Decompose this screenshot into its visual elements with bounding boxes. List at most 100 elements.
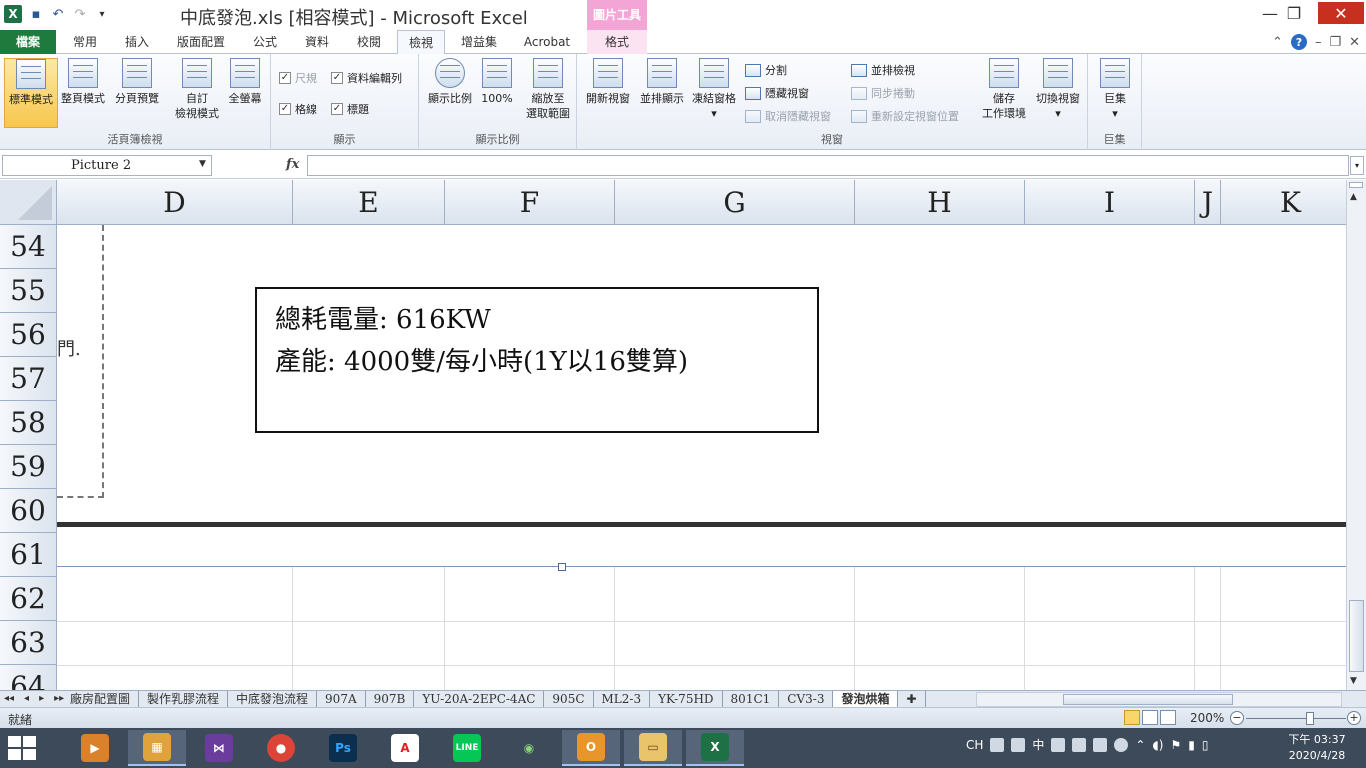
formula-input[interactable] [307, 155, 1349, 176]
prev-sheet-icon[interactable]: ◂ [24, 691, 29, 707]
formula-bar-checkbox[interactable]: ✓ 資料編輯列 [331, 68, 402, 88]
tray-language[interactable]: CH [966, 738, 983, 752]
new-window-button[interactable]: 開新視窗 [581, 58, 635, 128]
volume-icon[interactable]: ◖) [1152, 738, 1163, 752]
chrome-app-icon[interactable]: ● [252, 730, 310, 766]
wechat-app-icon[interactable]: ◉ [500, 730, 558, 766]
zoom-to-selection-button[interactable]: 縮放至 選取範圍 [521, 58, 575, 128]
reset-window-position-button[interactable]: 重新設定視窗位置 [851, 106, 959, 126]
ruler-checkbox[interactable]: ✓ 尺規 [279, 68, 317, 88]
tray-app-icon[interactable] [990, 737, 1005, 752]
file-manager-app-icon[interactable]: ▦ [128, 730, 186, 766]
tray-app-icon[interactable] [1051, 737, 1066, 752]
normal-view-button[interactable]: 標準模式 [4, 58, 58, 128]
tab-format[interactable]: 格式 [587, 30, 647, 54]
tray-app-icon[interactable] [1072, 737, 1087, 752]
vertical-scroll-thumb[interactable] [1349, 600, 1364, 672]
line-app-icon[interactable]: LINE [438, 730, 496, 766]
page-break-preview-button[interactable]: 分頁預覽 [110, 58, 164, 128]
excel-app-icon[interactable]: X [686, 730, 744, 766]
sheet-tab[interactable]: ML2-3 [594, 691, 651, 708]
column-header-i[interactable]: I [1025, 180, 1195, 225]
clock[interactable]: 下午 03:37 2020/4/28 [1280, 732, 1354, 764]
sheet-tab[interactable]: 905C [544, 691, 594, 708]
flag-icon[interactable]: ⚑ [1171, 738, 1182, 752]
row-header-55[interactable]: 55 [0, 269, 57, 313]
tab-file[interactable]: 檔案 [0, 30, 56, 54]
normal-view-icon[interactable] [1124, 710, 1140, 725]
tab-home[interactable]: 常用 [66, 30, 104, 54]
battery-icon[interactable]: ▯ [1202, 738, 1209, 752]
redo-icon[interactable]: ↷ [72, 6, 88, 22]
network-icon[interactable]: ▮ [1188, 738, 1195, 752]
tab-review[interactable]: 校閱 [350, 30, 388, 54]
vertical-scrollbar[interactable]: ▲ ▼ [1346, 180, 1366, 690]
unhide-window-button[interactable]: 取消隱藏視窗 [745, 106, 831, 126]
zoom-button[interactable]: 顯示比例 [423, 58, 477, 128]
headings-checkbox[interactable]: ✓ 標題 [331, 99, 369, 119]
column-header-j[interactable]: J [1195, 180, 1221, 225]
worksheet-grid[interactable]: D E F G H I J K 54 55 56 57 58 59 60 61 … [0, 180, 1346, 690]
sheet-tab[interactable]: 製作乳膠流程 [139, 691, 229, 708]
page-break-view-icon[interactable] [1160, 710, 1176, 725]
acrobat-app-icon[interactable]: A [376, 730, 434, 766]
tab-page-layout[interactable]: 版面配置 [170, 30, 232, 54]
hide-window-button[interactable]: 隱藏視窗 [745, 83, 809, 103]
row-header-59[interactable]: 59 [0, 445, 57, 489]
row-header-61[interactable]: 61 [0, 533, 57, 577]
row-header-57[interactable]: 57 [0, 357, 57, 401]
row-header-62[interactable]: 62 [0, 577, 57, 621]
close-button[interactable]: ✕ [1318, 2, 1364, 24]
zoom-in-icon[interactable]: + [1347, 711, 1361, 725]
sheet-tab[interactable]: 907B [366, 691, 415, 708]
tab-view[interactable]: 檢視 [397, 30, 445, 55]
tab-acrobat[interactable]: Acrobat [516, 30, 578, 54]
horizontal-scroll-thumb[interactable] [1063, 694, 1233, 705]
row-header-56[interactable]: 56 [0, 313, 57, 357]
doc-restore-icon[interactable]: ❐ [1329, 35, 1341, 50]
excel-logo-icon[interactable]: X [4, 5, 22, 23]
tab-addins[interactable]: 增益集 [455, 30, 503, 54]
next-sheet-icon[interactable]: ▸ [39, 691, 44, 707]
sync-scroll-button[interactable]: 同步捲動 [851, 83, 915, 103]
tray-app-icon[interactable] [1011, 737, 1026, 752]
customize-qat-icon[interactable]: ▾ [94, 6, 110, 22]
tab-data[interactable]: 資料 [298, 30, 336, 54]
macros-button[interactable]: 巨集 ▾ [1088, 58, 1142, 128]
zoom-out-icon[interactable]: − [1230, 711, 1244, 725]
arrange-all-button[interactable]: 並排顯示 [635, 58, 689, 128]
undo-icon[interactable]: ↶ [50, 6, 66, 22]
sheet-tab[interactable]: CV3-3 [779, 691, 834, 708]
sheet-tab[interactable]: 801C1 [723, 691, 780, 708]
save-icon[interactable]: ▪ [28, 6, 44, 22]
restore-button[interactable]: ❐ [1274, 2, 1314, 24]
zoom-100-button[interactable]: 100% [475, 58, 519, 128]
scroll-up-icon[interactable]: ▲ [1350, 192, 1357, 202]
switch-windows-button[interactable]: 切換視窗 ▾ [1031, 58, 1085, 128]
video-editor-app-icon[interactable]: ▶ [66, 730, 124, 766]
explorer-app-icon[interactable]: ▭ [624, 730, 682, 766]
photoshop-app-icon[interactable]: Ps [314, 730, 372, 766]
sheet-tab[interactable]: YK-75HD [650, 691, 723, 708]
visual-studio-app-icon[interactable]: ⋈ [190, 730, 248, 766]
tray-help-icon[interactable] [1114, 737, 1129, 752]
insert-sheet-icon[interactable]: ✚ [898, 691, 926, 708]
info-textbox[interactable]: 總耗電量: 616KW 產能: 4000雙/每小時(1Y以16雙算) [255, 287, 819, 433]
tray-app-icon[interactable] [1093, 737, 1108, 752]
tab-insert[interactable]: 插入 [118, 30, 156, 54]
row-header-60[interactable]: 60 [0, 489, 57, 533]
split-box-icon[interactable] [1349, 182, 1363, 188]
sheet-tab[interactable]: 廠房配置圖 [62, 691, 140, 708]
freeze-panes-button[interactable]: 凍結窗格 ▾ [687, 58, 741, 128]
help-icon[interactable]: ? [1290, 34, 1307, 50]
insert-function-button[interactable]: fx [286, 157, 299, 172]
horizontal-scrollbar[interactable] [976, 692, 1342, 707]
zoom-level[interactable]: 200% [1190, 711, 1224, 725]
custom-views-button[interactable]: 自訂 檢視模式 [170, 58, 224, 128]
column-header-h[interactable]: H [855, 180, 1025, 225]
full-screen-button[interactable]: 全螢幕 [218, 58, 272, 128]
doc-close-icon[interactable]: ✕ [1349, 35, 1360, 50]
scroll-down-icon[interactable]: ▼ [1350, 676, 1357, 686]
expand-formula-bar-icon[interactable]: ▾ [1350, 156, 1364, 175]
select-all-corner[interactable] [0, 180, 57, 225]
